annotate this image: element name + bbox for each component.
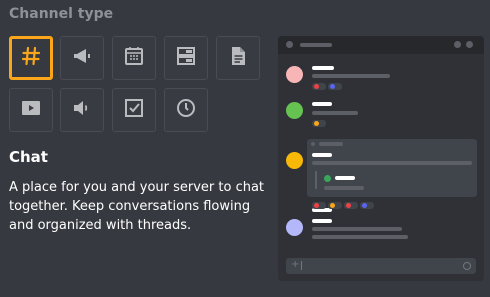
checkbox-icon [122, 96, 146, 124]
thread-reply-placeholder [335, 176, 355, 180]
message-author-placeholder [312, 219, 332, 223]
reaction [312, 120, 326, 127]
message-author-placeholder [312, 153, 332, 157]
section-title: Channel type [9, 6, 114, 22]
reaction [360, 202, 374, 209]
play-icon [19, 96, 43, 124]
document-icon [226, 44, 250, 72]
hash-icon [19, 44, 43, 72]
message-composer: + [286, 258, 476, 274]
thread-avatar [324, 175, 331, 182]
speaker-icon [70, 96, 94, 124]
calendar-icon [122, 44, 146, 72]
thread-reply-text-placeholder [324, 186, 364, 190]
reaction [328, 83, 342, 90]
window-title-placeholder [300, 43, 332, 47]
channel-type-schedule[interactable] [164, 88, 208, 132]
message-text-placeholder [312, 235, 408, 239]
thread-meta-placeholder [319, 142, 343, 146]
reaction [312, 83, 326, 90]
channel-type-task[interactable] [112, 88, 156, 132]
channel-type-description: A place for you and your server to chat … [9, 180, 265, 233]
avatar [286, 219, 303, 236]
plus-icon: + [291, 259, 300, 270]
thread-line [315, 171, 317, 189]
avatar [286, 102, 303, 119]
channel-type-event[interactable] [112, 36, 156, 80]
avatar [286, 66, 303, 83]
message-text-placeholder [312, 111, 358, 115]
composer-cursor [301, 261, 302, 270]
directory-icon [174, 44, 198, 72]
preview-window-bar [278, 36, 484, 54]
reaction [328, 202, 342, 209]
thread-dot [311, 142, 315, 146]
channel-type-video[interactable] [9, 88, 53, 132]
channel-type-announcement[interactable] [60, 36, 104, 80]
message-text-placeholder [312, 227, 402, 231]
channel-type-text[interactable] [9, 36, 53, 80]
clock-icon [174, 96, 198, 124]
channel-type-voice[interactable] [60, 88, 104, 132]
channel-type-title: Chat [9, 148, 48, 166]
message-text-placeholder [312, 74, 390, 78]
emoji-icon [463, 262, 471, 270]
channel-type-directory[interactable] [164, 36, 208, 80]
window-dot [454, 41, 461, 48]
reaction [312, 202, 326, 209]
window-dot [286, 41, 293, 48]
chat-preview: + [278, 36, 484, 281]
megaphone-icon [70, 44, 94, 72]
avatar [286, 152, 303, 169]
window-dot [466, 41, 473, 48]
message-text-placeholder [312, 161, 472, 165]
reaction [344, 202, 358, 209]
channel-type-document[interactable] [216, 36, 260, 80]
message-author-placeholder [312, 102, 332, 106]
message-author-placeholder [312, 66, 334, 70]
thread-message [307, 139, 477, 197]
